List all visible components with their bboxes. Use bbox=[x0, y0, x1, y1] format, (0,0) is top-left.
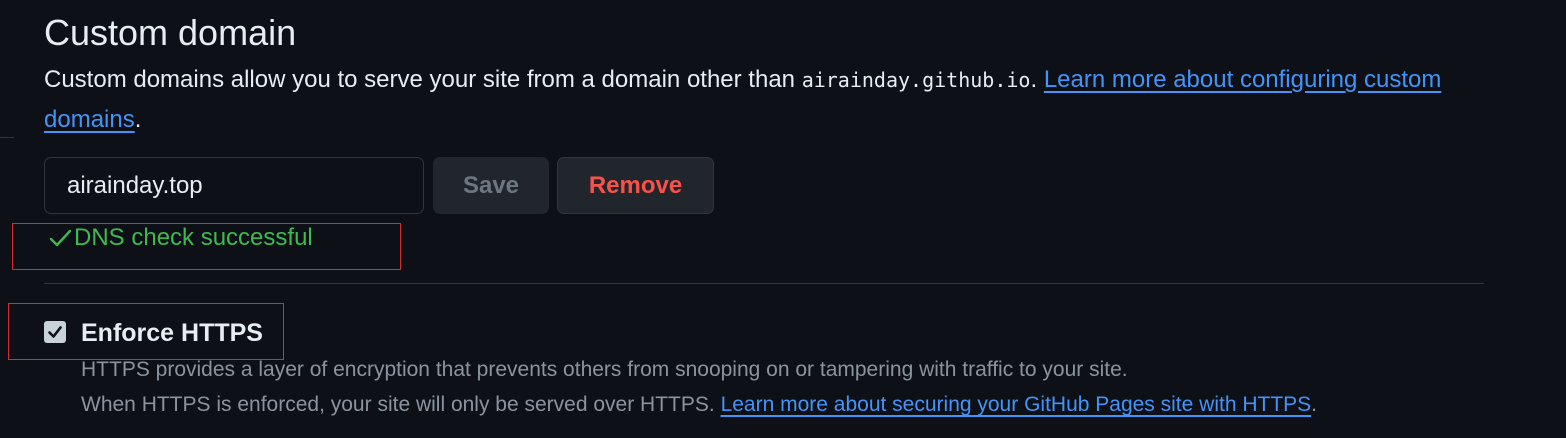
custom-domain-input[interactable] bbox=[44, 157, 424, 214]
description-suffix: . bbox=[134, 106, 142, 133]
description-prefix: Custom domains allow you to serve your s… bbox=[44, 66, 802, 93]
save-button[interactable]: Save bbox=[433, 157, 549, 214]
left-divider bbox=[0, 137, 14, 138]
remove-button[interactable]: Remove bbox=[557, 157, 714, 214]
check-icon bbox=[48, 226, 72, 250]
checkmark-icon bbox=[48, 326, 62, 338]
default-domain: airainday.github.io bbox=[801, 68, 1031, 92]
learn-more-https-link[interactable]: Learn more about securing your GitHub Pa… bbox=[721, 393, 1312, 416]
enforce-https-checkbox[interactable] bbox=[44, 321, 66, 343]
dns-status-text: DNS check successful bbox=[74, 224, 313, 251]
https-help-line2: When HTTPS is enforced, your site will o… bbox=[81, 387, 1521, 422]
enforce-https-label[interactable]: Enforce HTTPS bbox=[81, 316, 263, 350]
section-description: Custom domains allow you to serve your s… bbox=[44, 60, 1504, 140]
https-help-line1: HTTPS provides a layer of encryption tha… bbox=[81, 358, 1128, 381]
section-title: Custom domain bbox=[44, 12, 297, 53]
dns-check-status: DNS check successful bbox=[48, 224, 313, 252]
section-divider bbox=[44, 283, 1484, 284]
https-help-line2-prefix: When HTTPS is enforced, your site will o… bbox=[81, 393, 721, 416]
https-help-line2-suffix: . bbox=[1311, 393, 1318, 416]
https-help-text: HTTPS provides a layer of encryption tha… bbox=[81, 352, 1521, 422]
description-mid: . bbox=[1030, 66, 1044, 93]
